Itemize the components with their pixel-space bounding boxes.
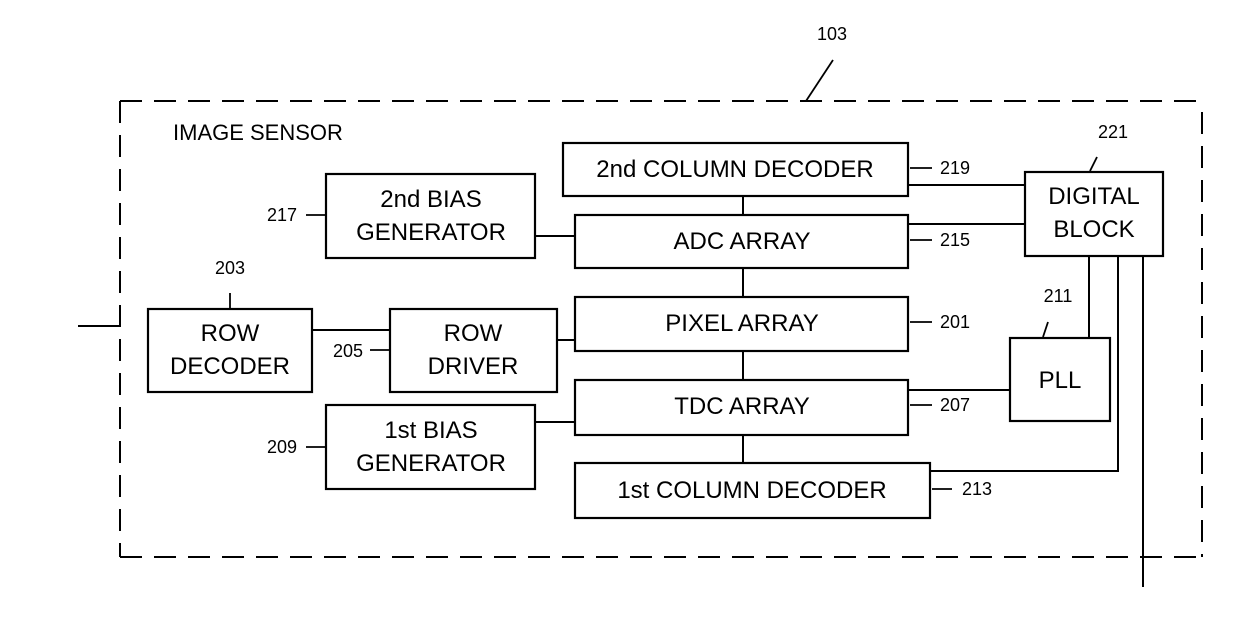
pll-ref-leader [1042,321,1049,338]
image-sensor-block-diagram: 103 IMAGE SENSOR 2nd COLUMN DECODER 219 … [78,24,1203,587]
digital-line1: DIGITAL [1048,183,1140,210]
bias-gen-1-ref: 209 [267,437,297,457]
pll-label: PLL [1039,367,1082,394]
digital-ref-leader [1089,156,1098,172]
block-pixel-array: PIXEL ARRAY [573,295,910,353]
block-row-decoder: ROW DECODER [146,307,314,394]
block-tdc-array: TDC ARRAY [573,378,910,437]
row-driver-ref: 205 [333,341,363,361]
block-row-driver: ROW DRIVER [388,307,559,394]
block-pll: PLL [1008,336,1112,423]
bias-gen-2-ref: 217 [267,205,297,225]
bias-gen-2-line1: 2nd BIAS [380,186,481,213]
bias-gen-2-line2: GENERATOR [356,219,506,246]
block-col-decoder-1: 1st COLUMN DECODER [573,461,932,520]
block-bias-gen-1: 1st BIAS GENERATOR [324,403,537,491]
tdc-array-label: TDC ARRAY [674,393,810,420]
block-digital: DIGITAL BLOCK [1023,170,1165,258]
col-decoder-2-label: 2nd COLUMN DECODER [596,156,873,183]
row-decoder-line2: DECODER [170,353,290,380]
adc-array-label: ADC ARRAY [674,228,811,255]
col-decoder-1-ref: 213 [962,479,992,499]
col-decoder-2-ref: 219 [940,158,970,178]
bias-gen-1-line2: GENERATOR [356,450,506,477]
wire-rowdec-external [78,310,121,327]
frame-ref: 103 [817,24,847,44]
block-adc-array: ADC ARRAY [573,213,910,270]
row-decoder-line1: ROW [201,320,260,347]
pixel-array-label: PIXEL ARRAY [665,310,818,337]
tdc-array-ref: 207 [940,395,970,415]
pixel-array-ref: 201 [940,312,970,332]
block-bias-gen-2: 2nd BIAS GENERATOR [324,172,537,260]
frame-ref-leader [805,59,834,102]
row-driver-line1: ROW [444,320,503,347]
frame-title: IMAGE SENSOR [173,120,343,145]
row-driver-line2: DRIVER [428,353,519,380]
col-decoder-1-label: 1st COLUMN DECODER [617,477,886,504]
digital-ref: 221 [1098,122,1128,142]
block-col-decoder-2: 2nd COLUMN DECODER [561,141,910,198]
adc-array-ref: 215 [940,230,970,250]
bias-gen-1-line1: 1st BIAS [384,417,477,444]
row-decoder-ref: 203 [215,258,245,278]
pll-ref: 211 [1044,286,1073,306]
digital-line2: BLOCK [1053,216,1134,243]
